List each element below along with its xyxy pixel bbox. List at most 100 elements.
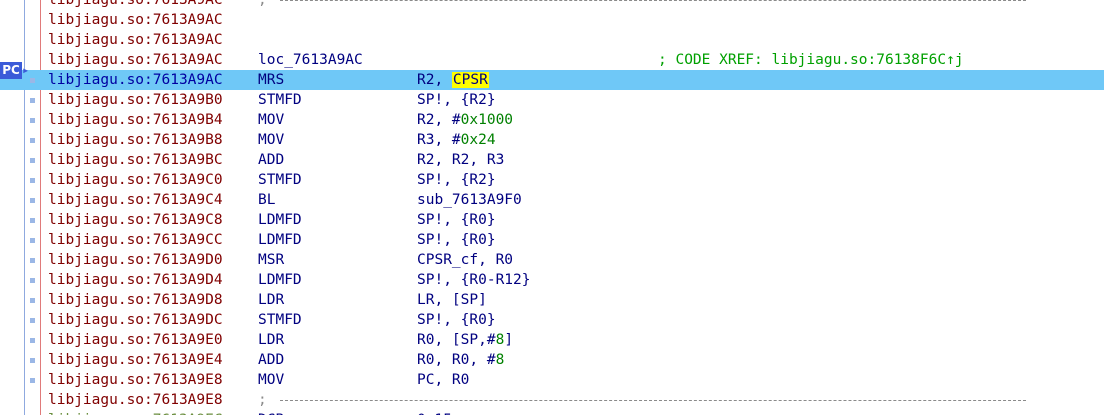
operands[interactable]: LR, [SP]: [417, 290, 487, 310]
instruction-row[interactable]: libjiagu.so:7613A9D0 MSR CPSR_cf, R0: [0, 250, 1104, 270]
operands[interactable]: SP!, {R0}: [417, 210, 496, 230]
label-row[interactable]: libjiagu.so:7613A9AC loc_7613A9AC ; CODE X…: [0, 50, 1104, 70]
mnemonic[interactable]: STMFD: [258, 170, 302, 190]
instruction-row[interactable]: libjiagu.so:7613A9BC ADD R2, R2, R3: [0, 150, 1104, 170]
address[interactable]: libjiagu.so:7613A9C0: [48, 170, 223, 190]
breakpoint-dot-icon[interactable]: [30, 278, 35, 283]
address[interactable]: libjiagu.so:7613A9E8: [48, 370, 223, 390]
breakpoint-dot-icon[interactable]: [30, 98, 35, 103]
operands[interactable]: R2, R2, R3: [417, 150, 504, 170]
operand-text: R2,: [417, 72, 452, 88]
address[interactable]: libjiagu.so:7613A9B8: [48, 130, 223, 150]
breakpoint-dot-icon[interactable]: [30, 158, 35, 163]
operands[interactable]: CPSR_cf, R0: [417, 250, 513, 270]
instruction-row[interactable]: libjiagu.so:7613A9B0 STMFD SP!, {R2}: [0, 90, 1104, 110]
address[interactable]: libjiagu.so:7613A9AC: [48, 0, 223, 10]
operands[interactable]: 0x15: [417, 410, 452, 415]
separator-row[interactable]: libjiagu.so:7613A9E8;: [0, 390, 1104, 410]
instruction-row[interactable]: libjiagu.so:7613A9DC STMFD SP!, {R0}: [0, 310, 1104, 330]
breakpoint-dot-icon[interactable]: [30, 238, 35, 243]
address[interactable]: libjiagu.so:7613A9DC: [48, 310, 223, 330]
instruction-row[interactable]: libjiagu.so:7613A9E4 ADD R0, R0, #8: [0, 350, 1104, 370]
operands[interactable]: SP!, {R2}: [417, 170, 496, 190]
mnemonic[interactable]: MOV: [258, 110, 284, 130]
code-xref-comment[interactable]: ; CODE XREF: libjiagu.so:76138F6C↑j: [658, 50, 964, 70]
operands[interactable]: PC, R0: [417, 370, 469, 390]
instruction-row[interactable]: libjiagu.so:7613A9D4 LDMFD SP!, {R0-R12}: [0, 270, 1104, 290]
mnemonic[interactable]: STMFD: [258, 90, 302, 110]
mnemonic[interactable]: DCB: [258, 410, 284, 415]
address[interactable]: libjiagu.so:7613A9D8: [48, 290, 223, 310]
mnemonic[interactable]: LDR: [258, 290, 284, 310]
breakpoint-dot-icon[interactable]: [30, 378, 35, 383]
address[interactable]: libjiagu.so:7613A9E8: [48, 390, 223, 410]
instruction-row[interactable]: libjiagu.so:7613A9AC: [0, 30, 1104, 50]
breakpoint-dot-icon[interactable]: [30, 218, 35, 223]
breakpoint-dot-icon[interactable]: [30, 118, 35, 123]
operands[interactable]: R0, [SP,#8]: [417, 330, 513, 350]
address[interactable]: libjiagu.so:7613A9B0: [48, 90, 223, 110]
address[interactable]: libjiagu.so:7613A9D4: [48, 270, 223, 290]
mnemonic[interactable]: ADD: [258, 150, 284, 170]
instruction-row[interactable]: libjiagu.so:7613A9E8 MOV PC, R0: [0, 370, 1104, 390]
mnemonic[interactable]: BL: [258, 190, 275, 210]
address[interactable]: libjiagu.so:7613A9AC: [48, 30, 223, 50]
address[interactable]: libjiagu.so:7613A9AC: [48, 70, 223, 90]
operands[interactable]: R0, R0, #8: [417, 350, 504, 370]
address[interactable]: libjiagu.so:7613A9CC: [48, 230, 223, 250]
operands[interactable]: R3, #0x24: [417, 130, 496, 150]
operand-text: SP!, {R2}: [417, 172, 496, 188]
address[interactable]: libjiagu.so:7613A9C8: [48, 210, 223, 230]
mnemonic[interactable]: LDMFD: [258, 270, 302, 290]
mnemonic[interactable]: MRS: [258, 70, 284, 90]
breakpoint-dot-icon[interactable]: [30, 318, 35, 323]
operands[interactable]: SP!, {R0}: [417, 230, 496, 250]
address[interactable]: libjiagu.so:7613A9AC: [48, 10, 223, 30]
instruction-row[interactable]: libjiagu.so:7613A9D8 LDR LR, [SP]: [0, 290, 1104, 310]
operands[interactable]: R2, #0x1000: [417, 110, 513, 130]
current-instruction-row[interactable]: libjiagu.so:7613A9AC MRS R2, CPSR: [0, 70, 1104, 90]
instruction-row[interactable]: libjiagu.so:7613A9CC LDMFD SP!, {R0}: [0, 230, 1104, 250]
operands[interactable]: sub_7613A9F0: [417, 190, 522, 210]
breakpoint-dot-icon[interactable]: [30, 178, 35, 183]
operands[interactable]: SP!, {R0}: [417, 310, 496, 330]
operands[interactable]: SP!, {R0-R12}: [417, 270, 531, 290]
instruction-row[interactable]: libjiagu.so:7613A9E0 LDR R0, [SP,#8]: [0, 330, 1104, 350]
breakpoint-dot-icon[interactable]: [30, 358, 35, 363]
breakpoint-dot-icon[interactable]: [30, 78, 35, 83]
mnemonic[interactable]: ADD: [258, 350, 284, 370]
highlighted-operand[interactable]: CPSR: [451, 72, 489, 88]
instruction-row[interactable]: libjiagu.so:7613A9C8 LDMFD SP!, {R0}: [0, 210, 1104, 230]
breakpoint-dot-icon[interactable]: [30, 198, 35, 203]
mnemonic[interactable]: LDMFD: [258, 230, 302, 250]
separator-row[interactable]: libjiagu.so:7613A9AC;: [0, 0, 1104, 10]
address[interactable]: libjiagu.so:7613A9EC: [48, 410, 223, 415]
address[interactable]: libjiagu.so:7613A9BC: [48, 150, 223, 170]
code-label[interactable]: loc_7613A9AC: [258, 50, 363, 70]
mnemonic[interactable]: MOV: [258, 130, 284, 150]
mnemonic[interactable]: LDR: [258, 330, 284, 350]
mnemonic[interactable]: STMFD: [258, 310, 302, 330]
address[interactable]: libjiagu.so:7613A9E4: [48, 350, 223, 370]
instruction-row[interactable]: libjiagu.so:7613A9B8 MOV R3, #0x24: [0, 130, 1104, 150]
address[interactable]: libjiagu.so:7613A9AC: [48, 50, 223, 70]
instruction-row[interactable]: libjiagu.so:7613A9B4 MOV R2, #0x1000: [0, 110, 1104, 130]
address[interactable]: libjiagu.so:7613A9B4: [48, 110, 223, 130]
mnemonic[interactable]: MSR: [258, 250, 284, 270]
breakpoint-dot-icon[interactable]: [30, 138, 35, 143]
instruction-row[interactable]: libjiagu.so:7613A9EC DCB 0x15: [0, 410, 1104, 415]
operands[interactable]: R2, CPSR: [417, 70, 489, 90]
operands[interactable]: SP!, {R2}: [417, 90, 496, 110]
instruction-row[interactable]: libjiagu.so:7613A9C4 BL sub_7613A9F0: [0, 190, 1104, 210]
address[interactable]: libjiagu.so:7613A9C4: [48, 190, 223, 210]
address[interactable]: libjiagu.so:7613A9D0: [48, 250, 223, 270]
mnemonic[interactable]: LDMFD: [258, 210, 302, 230]
instruction-row[interactable]: libjiagu.so:7613A9C0 STMFD SP!, {R2}: [0, 170, 1104, 190]
disassembly-view[interactable]: libjiagu.so:7613A9AC; libjiagu.so:7613A9A…: [0, 0, 1104, 415]
breakpoint-dot-icon[interactable]: [30, 258, 35, 263]
breakpoint-dot-icon[interactable]: [30, 298, 35, 303]
breakpoint-dot-icon[interactable]: [30, 338, 35, 343]
mnemonic[interactable]: MOV: [258, 370, 284, 390]
instruction-row[interactable]: libjiagu.so:7613A9AC: [0, 10, 1104, 30]
address[interactable]: libjiagu.so:7613A9E0: [48, 330, 223, 350]
